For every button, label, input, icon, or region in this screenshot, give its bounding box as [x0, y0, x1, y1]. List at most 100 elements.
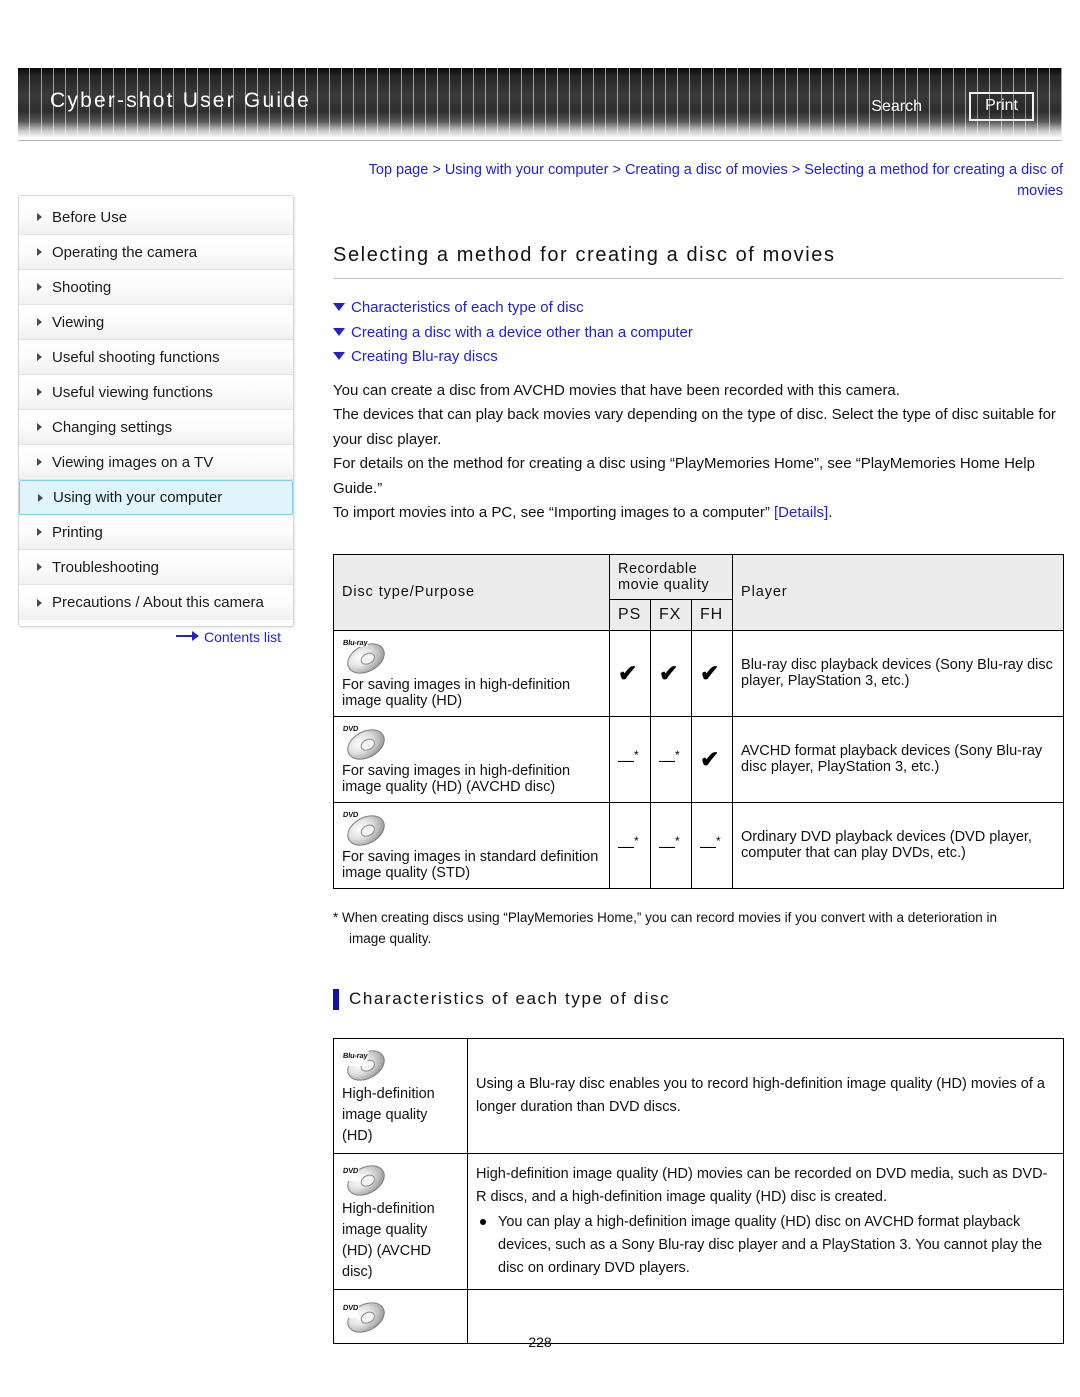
sidebar-item-label: Printing: [52, 523, 103, 541]
chevron-right-icon: [37, 563, 42, 571]
chevron-right-icon: [38, 493, 43, 502]
disc-description-cell: Using a Blu-ray disc enables you to reco…: [467, 1037, 1064, 1154]
chevron-right-icon: [37, 423, 42, 431]
chevron-down-icon: [333, 352, 345, 360]
dash-mark: —*: [700, 834, 721, 856]
header-recordable-line1: Recordable: [618, 560, 698, 577]
check-icon: ✔: [618, 659, 638, 686]
sidebar-item-label: Precautions / About this camera: [52, 594, 264, 611]
sidebar-item-useful-shooting-functions[interactable]: Useful shooting functions: [19, 340, 293, 375]
disc-format-label: DVD: [341, 809, 360, 819]
sidebar-item-troubleshooting[interactable]: Troubleshooting: [19, 550, 293, 585]
sidebar-item-precautions-about-this-camera[interactable]: Precautions / About this camera: [19, 585, 293, 620]
table-footnote: * When creating discs using “PlayMemorie…: [333, 907, 1063, 949]
sidebar-item-viewing[interactable]: Viewing: [19, 305, 293, 340]
details-link[interactable]: [Details]: [774, 504, 828, 521]
check-icon: ✔: [700, 659, 720, 686]
sidebar-item-label: Troubleshooting: [52, 558, 160, 576]
anchor-link-1[interactable]: Characteristics of each type of disc: [333, 296, 1063, 321]
sidebar-item-useful-viewing-functions[interactable]: Useful viewing functions: [19, 375, 293, 410]
bullet-item: You can play a high-definition image qua…: [476, 1211, 1055, 1280]
disc-quality-label: High-definition image quality (HD): [342, 1085, 435, 1144]
sidebar-item-operating-the-camera[interactable]: Operating the camera: [19, 235, 293, 270]
disc-type-cell: Blu-ray High-definition image quality (HD…: [333, 1037, 468, 1154]
sidebar-item-viewing-images-on-a-tv[interactable]: Viewing images on a TV: [19, 445, 293, 480]
anchor-link-label: Creating Blu-ray discs: [351, 348, 498, 365]
chevron-right-icon: [37, 458, 42, 466]
player-cell: Blu-ray disc playback devices (Sony Blu-…: [732, 629, 1065, 717]
sidebar-item-shooting[interactable]: Shooting: [19, 270, 293, 305]
section-heading-label: Characteristics of each type of disc: [349, 989, 671, 1008]
disc-format-label: Blu-ray: [341, 637, 369, 647]
supported-check-icon: ✔: [650, 629, 692, 717]
table-row: Blu-ray For saving images in high-definit…: [333, 629, 1065, 717]
anchor-link-2[interactable]: Creating a disc with a device other than…: [333, 321, 1063, 346]
check-icon: ✔: [659, 659, 679, 686]
page-number: 228: [528, 1334, 552, 1350]
sidebar-item-using-with-your-computer[interactable]: Using with your computer: [19, 480, 293, 515]
import-text-prefix: To import movies into a PC, see “Importi…: [333, 504, 775, 521]
sidebar-item-label: Viewing images on a TV: [52, 453, 214, 471]
disc-type-table: Disc type/Purpose Recordable movie quali…: [333, 553, 1065, 889]
chevron-right-icon: [37, 528, 42, 536]
dvd-disc-icon: DVD: [341, 722, 390, 766]
paragraph-3: For details on the method for creating a…: [333, 455, 1035, 497]
paragraph-4: To import movies into a PC, see “Importi…: [333, 501, 1063, 526]
sidebar-item-label: Useful viewing functions: [52, 383, 213, 401]
chevron-right-icon: [37, 598, 42, 607]
disc-type-cell: Blu-ray For saving images in high-definit…: [333, 629, 610, 717]
disc-description-text: Using a Blu-ray disc enables you to reco…: [476, 1075, 1045, 1115]
disc-format-label: DVD: [340, 1159, 361, 1181]
not-supported-dash: —*: [609, 715, 651, 803]
blu-ray-disc-icon: Blu-ray: [340, 1043, 390, 1087]
supported-check-icon: ✔: [609, 629, 651, 717]
anchor-link-list: Characteristics of each type of disc Crea…: [333, 296, 1063, 370]
table-row: Blu-ray High-definition image quality (HD…: [333, 1037, 1064, 1154]
not-supported-dash: —*: [650, 801, 692, 889]
sidebar-item-printing[interactable]: Printing: [19, 515, 293, 550]
dash-mark: —*: [618, 748, 639, 770]
sidebar-item-label: Using with your computer: [53, 489, 223, 506]
footnote-asterisk: *: [716, 833, 721, 848]
app-title: Cyber-shot User Guide: [50, 89, 311, 112]
search-button[interactable]: Search: [871, 98, 922, 116]
footnote-asterisk: *: [675, 833, 680, 848]
disc-purpose-text: For saving images in high-definition ima…: [342, 676, 571, 709]
header-disc-type: Disc type/Purpose: [333, 553, 610, 631]
dash-mark: —*: [618, 834, 639, 856]
disc-format-label: DVD: [341, 723, 360, 733]
footnote-asterisk: *: [634, 833, 639, 848]
print-button[interactable]: Print: [969, 92, 1034, 121]
contents-list-label: Contents list: [204, 629, 282, 645]
sidebar-item-label: Changing settings: [52, 418, 173, 436]
table-header-row: Disc type/Purpose Recordable movie quali…: [333, 553, 1065, 631]
header-banner: Cyber-shot User Guide Search Print: [18, 68, 1062, 138]
chevron-down-icon: [333, 327, 345, 336]
supported-check-icon: ✔: [690, 629, 734, 717]
sidebar-item-changing-settings[interactable]: Changing settings: [19, 410, 293, 445]
dash-glyph: —: [618, 838, 634, 856]
dash-glyph: —: [618, 752, 634, 770]
dash-glyph: —: [659, 752, 675, 770]
anchor-link-3[interactable]: Creating Blu-ray discs: [333, 345, 1063, 370]
sidebar-item-before-use[interactable]: Before Use: [19, 200, 293, 235]
chevron-right-icon: [37, 318, 42, 326]
header-player: Player: [732, 553, 1065, 631]
disc-quality-label: High-definition image quality (HD) (AVCH…: [342, 1200, 435, 1280]
contents-list-link[interactable]: Contents list: [176, 629, 281, 645]
table-row: DVD For saving images in standard definit…: [333, 801, 1065, 889]
disc-format-label: Blu-ray: [340, 1044, 370, 1066]
dvd-disc-icon: DVD: [340, 1158, 390, 1202]
footnote-line1: * When creating discs using “PlayMemorie…: [333, 909, 998, 925]
disc-type-cell: DVD High-definition image quality (HD) (A…: [333, 1152, 468, 1290]
footnote-line2: image quality.: [349, 930, 432, 946]
table-row: DVD For saving images in high-definition …: [333, 715, 1065, 803]
breadcrumb[interactable]: Top page > Using with your computer > Cr…: [333, 160, 1063, 202]
blu-ray-disc-icon: Blu-ray: [341, 636, 390, 680]
check-icon: ✔: [700, 745, 720, 772]
page-title: Selecting a method for creating a disc o…: [333, 244, 836, 266]
sidebar-item-label: Operating the camera: [52, 243, 198, 261]
sidebar-item-label: Shooting: [52, 278, 112, 296]
chevron-right-icon: [37, 283, 42, 291]
dash-glyph: —: [700, 838, 716, 856]
